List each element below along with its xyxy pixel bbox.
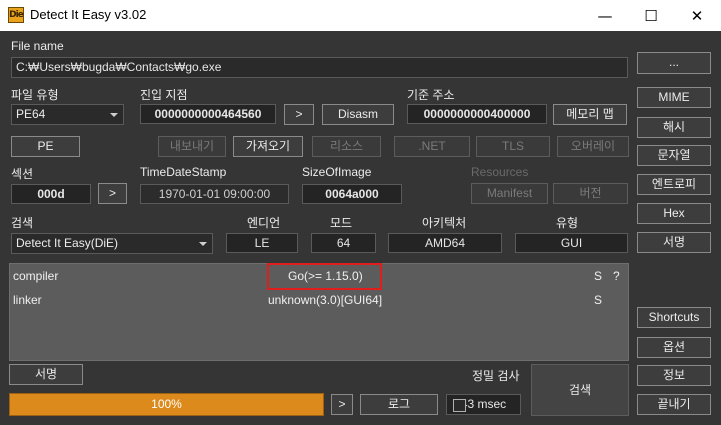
exit-button[interactable]: 끝내기 (637, 394, 711, 415)
search-engine-select[interactable]: Detect It Easy(DiE) (11, 233, 213, 254)
main-panel: File name C:₩Users₩bugda₩Contacts₩go.exe… (0, 31, 721, 425)
type-label: 유형 (556, 216, 579, 230)
version-button[interactable]: 버전 (553, 183, 628, 204)
options-button[interactable]: 옵션 (637, 337, 711, 358)
result-flag: S (594, 269, 603, 283)
mime-button[interactable]: MIME (637, 87, 711, 108)
entry-point-label: 진입 지점 (140, 88, 188, 102)
minimize-button[interactable]: — (582, 0, 628, 31)
endian-label: 엔디언 (247, 216, 281, 230)
file-name-label: File name (11, 39, 64, 53)
log-arrow-button[interactable]: > (331, 394, 353, 415)
result-name: unknown(3.0)[GUI64] (268, 293, 383, 307)
type-field: GUI (515, 233, 628, 253)
base-address-field[interactable]: 0000000000400000 (407, 104, 547, 124)
result-type: linker (13, 293, 42, 307)
arch-label: 아키텍처 (422, 216, 467, 230)
app-icon: Die (8, 7, 24, 23)
mode-label: 모드 (330, 216, 353, 230)
browse-button[interactable]: ... (637, 52, 711, 74)
deep-scan-label: 정밀 검사 (472, 369, 520, 383)
deep-scan-checkbox[interactable] (453, 399, 466, 412)
search-label: 검색 (11, 216, 34, 230)
scan-progress-bar: 100% (9, 393, 324, 416)
title-bar: Die Detect It Easy v3.02 — ☐ ✕ (0, 0, 721, 31)
strings-button[interactable]: 문자열 (637, 145, 711, 166)
export-button[interactable]: 내보내기 (158, 136, 226, 157)
highlight-annotation (267, 263, 382, 290)
pe-button[interactable]: PE (11, 136, 80, 157)
entry-point-arrow-button[interactable]: > (284, 104, 314, 125)
chevron-down-icon (199, 242, 207, 246)
result-type: compiler (13, 269, 59, 283)
resources-button[interactable]: 리소스 (312, 136, 381, 157)
hash-button[interactable]: 해시 (637, 117, 711, 138)
result-flag: S (594, 293, 603, 307)
file-type-value: PE64 (16, 107, 46, 121)
file-path-field[interactable]: C:₩Users₩bugda₩Contacts₩go.exe (11, 57, 628, 78)
sections-field[interactable]: 000d (11, 184, 91, 204)
result-info-button[interactable]: ? (613, 269, 620, 283)
window-title: Detect It Easy v3.02 (30, 7, 147, 22)
net-button[interactable]: .NET (394, 136, 470, 157)
search-engine-value: Detect It Easy(DiE) (16, 236, 119, 250)
scan-button[interactable]: 검색 (531, 364, 629, 416)
size-of-image-field[interactable]: 0064a000 (302, 184, 402, 204)
arch-field: AMD64 (388, 233, 502, 253)
sections-label: 섹션 (11, 167, 34, 181)
size-of-image-label: SizeOfImage (302, 165, 372, 179)
timestamp-label: TimeDateStamp (140, 165, 227, 179)
close-button[interactable]: ✕ (674, 0, 720, 31)
entropy-button[interactable]: 엔트로피 (637, 174, 711, 195)
file-type-label: 파일 유형 (11, 88, 59, 102)
chevron-down-icon (110, 113, 118, 117)
import-button[interactable]: 가져오기 (233, 136, 303, 157)
mode-field: 64 (311, 233, 376, 253)
entry-point-field[interactable]: 0000000000464560 (140, 104, 276, 124)
log-button[interactable]: 로그 (360, 394, 438, 415)
sections-arrow-button[interactable]: > (98, 183, 127, 204)
result-row-linker[interactable]: linker unknown(3.0)[GUI64] S (10, 290, 628, 310)
memory-map-button[interactable]: 메모리 맵 (553, 104, 627, 125)
tls-button[interactable]: TLS (476, 136, 550, 157)
disasm-button[interactable]: Disasm (322, 104, 394, 125)
about-button[interactable]: 정보 (637, 365, 711, 386)
signatures-button[interactable]: 서명 (637, 232, 711, 253)
timestamp-field[interactable]: 1970-01-01 09:00:00 (140, 184, 289, 204)
resources-group-label: Resources (471, 165, 529, 179)
shortcuts-button[interactable]: Shortcuts (637, 307, 711, 328)
endian-field: LE (226, 233, 298, 253)
maximize-button[interactable]: ☐ (628, 0, 674, 31)
hex-button[interactable]: Hex (637, 203, 711, 224)
base-address-label: 기준 주소 (407, 88, 455, 102)
manifest-button[interactable]: Manifest (471, 183, 548, 204)
overlay-button[interactable]: 오버레이 (557, 136, 629, 157)
signature-button[interactable]: 서명 (9, 364, 83, 385)
file-type-select[interactable]: PE64 (11, 104, 124, 125)
